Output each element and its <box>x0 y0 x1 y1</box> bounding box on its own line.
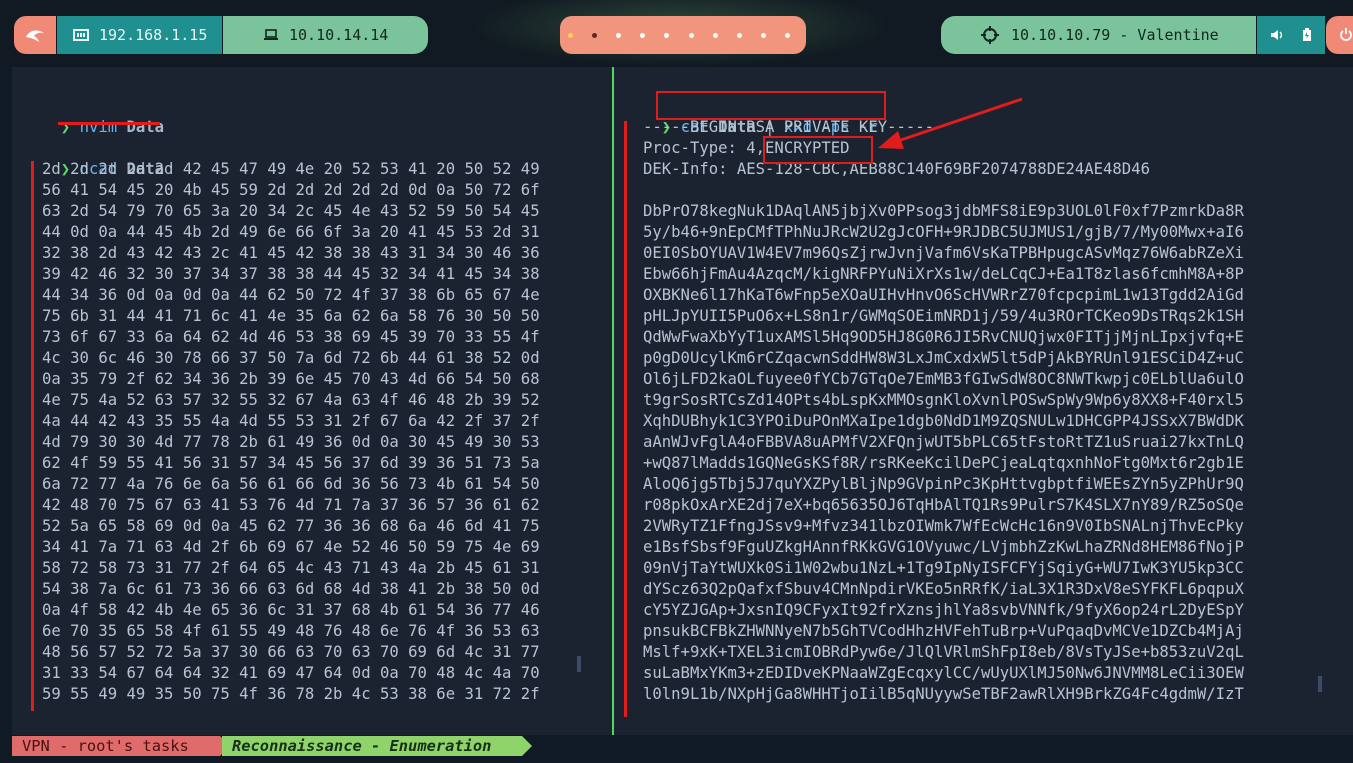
key-line: 2VWRyTZ1FfngJSsv9+Mfvz341lbzOIWmk7WfEcWc… <box>643 517 1244 535</box>
hex-line: 6a 72 77 4a 76 6e 6a 56 61 66 6d 36 56 7… <box>42 475 540 493</box>
hex-line: 44 0d 0a 44 45 4b 2d 49 6e 66 6f 3a 20 4… <box>42 223 540 241</box>
annotation-box-encrypted <box>763 136 873 164</box>
key-line: e1BsfSbsf9FguUZkgHAnnfRKkGVG1OVyuwc/LVjm… <box>643 538 1244 556</box>
hex-line: 2d 2d 2d 2d 2d 42 45 47 49 4e 20 52 53 4… <box>42 160 540 178</box>
system-tray[interactable] <box>1257 16 1325 54</box>
workspace-8[interactable] <box>736 32 742 38</box>
key-line: suLaBMxYKm3+zEDIDveKPNaaWZgEcqxylCC/wUyU… <box>643 664 1244 682</box>
key-line: Ol6jLFD2kaOLfuyee0fYCb7GTqOe7EmMB3fGIwSd… <box>643 370 1244 388</box>
hex-line: 4c 30 6c 46 30 78 66 37 50 7a 6d 72 6b 4… <box>42 349 540 367</box>
workspace-switcher[interactable] <box>560 16 806 54</box>
key-line: OXBKNe6l17hKaT6wFnp5eXOaUIHvHnvO6ScHVWRr… <box>643 286 1244 304</box>
key-line: 0EI0SbOYUAV1W4EV7m96QsZjrwJvnjVafm6VsKaT… <box>643 244 1244 262</box>
laptop-icon <box>264 29 278 40</box>
battery-icon[interactable] <box>1302 28 1312 42</box>
status-tab-vpn[interactable]: VPN - root's tasks <box>12 736 230 756</box>
hex-line: 62 4f 59 55 41 56 31 57 34 45 56 37 6d 3… <box>42 454 540 472</box>
hex-line: 32 38 2d 43 42 43 2c 41 45 42 38 38 43 3… <box>42 244 540 262</box>
target-text: 10.10.10.79 - Valentine <box>1011 26 1219 44</box>
hex-line: 44 34 36 0d 0a 0d 0a 44 62 50 72 4f 37 3… <box>42 286 540 304</box>
left-prompt-1: ❯ nvim Data <box>42 96 164 138</box>
annotation-bracket-left <box>31 161 34 711</box>
workspace-2[interactable] <box>592 32 598 38</box>
target-indicator: 10.10.10.79 - Valentine <box>941 16 1256 54</box>
hex-line: 73 6f 67 33 6a 64 62 4d 46 53 38 69 45 3… <box>42 328 540 346</box>
key-line: aAnWJvFglA4oFBBVA8uAPMfV2XFQnjwUT5bPLC65… <box>643 433 1244 451</box>
hex-line: 63 2d 54 79 70 65 3a 20 34 2c 45 4e 43 5… <box>42 202 540 220</box>
workspace-6[interactable] <box>688 32 694 38</box>
right-scrollbar[interactable] <box>1318 676 1322 692</box>
hex-line: 4a 44 42 43 35 55 4a 4d 55 53 31 2f 67 6… <box>42 412 540 430</box>
pane-divider[interactable] <box>612 67 614 735</box>
key-line: pnsukBCFBkZHWNNyeN7b5GhTVCodHhzHVFehTuBr… <box>643 622 1244 640</box>
annotation-underline <box>58 122 160 125</box>
hex-line: 75 6b 31 44 41 71 6c 41 4e 35 6a 62 6a 5… <box>42 307 540 325</box>
hex-line: 31 33 54 67 64 64 32 41 69 47 64 0d 0a 7… <box>42 664 540 682</box>
hex-line: 6e 70 35 65 58 4f 61 55 49 48 76 48 6e 7… <box>42 622 540 640</box>
key-line: DbPrO78kegNuk1DAqlAN5jbjXv0PPsog3jdbMFS8… <box>643 202 1244 220</box>
hex-line: 39 42 46 32 30 37 34 37 38 38 44 45 32 3… <box>42 265 540 283</box>
hex-line: 0a 35 79 2f 62 34 36 2b 39 6e 45 70 43 4… <box>42 370 540 388</box>
menu-button[interactable] <box>14 16 56 54</box>
hex-line: 54 38 7a 6c 61 73 36 66 63 6d 68 4d 38 4… <box>42 580 540 598</box>
workspace-10[interactable] <box>784 32 790 38</box>
key-line: QdWwFwaXbYyT1uxAMSl5Hq9OD5HJ8G0R6JI5RvCN… <box>643 328 1244 346</box>
hex-line: 59 55 49 49 35 50 75 4f 36 78 2b 4c 53 3… <box>42 685 540 703</box>
workspace-7[interactable] <box>712 32 718 38</box>
power-icon <box>1340 28 1352 41</box>
annotation-box-command <box>656 91 886 120</box>
workspace-3[interactable] <box>616 32 622 38</box>
hex-line: 4d 79 30 30 4d 77 78 2b 61 49 36 0d 0a 3… <box>42 433 540 451</box>
hex-line: 34 41 7a 71 63 4d 2f 6b 69 67 4e 52 46 5… <box>42 538 540 556</box>
key-line: AloQ6jg5Tbj5J7quYXZPylBljNp9GVpinPc3KpHt… <box>643 475 1244 493</box>
crosshair-icon <box>981 26 999 44</box>
hex-line: 42 48 70 75 67 63 41 53 76 4d 71 7a 37 3… <box>42 496 540 514</box>
local-ip-text: 192.168.1.15 <box>99 26 208 44</box>
workspace-9[interactable] <box>760 32 766 38</box>
key-line: l0ln9L1b/NXpHjGa8WHHTjoIilB5qNUyywSeTBF2… <box>643 685 1244 703</box>
key-line: p0gD0UcylKm6rCZqacwnSddHW8W3LxJmCxdxW5lt… <box>643 349 1244 367</box>
status-tab-recon[interactable]: Reconnaissance - Enumeration <box>222 736 532 756</box>
key-line: Mslf+9xK+TXEL3icmIOBRdPyw6e/JlQlVRlmShFp… <box>643 643 1244 661</box>
left-scrollbar[interactable] <box>577 656 581 672</box>
vpn-ip-indicator: 10.10.14.14 <box>223 16 428 54</box>
hex-line: 0a 4f 58 42 4b 4e 65 36 6c 31 37 68 4b 6… <box>42 601 540 619</box>
command-arg: Data <box>126 118 165 136</box>
hex-line: 52 5a 65 58 69 0d 0a 45 62 77 36 36 68 6… <box>42 517 540 535</box>
hex-line: 56 41 54 45 20 4b 45 59 2d 2d 2d 2d 2d 0… <box>42 181 540 199</box>
workspace-4[interactable] <box>640 32 646 38</box>
command-name: nvim <box>79 118 118 136</box>
network-card-icon <box>73 29 89 41</box>
workspace-5[interactable] <box>664 32 670 38</box>
key-line: t9grSosRTCsZd14OPts4bLspKxMMOsgnKloXvnlP… <box>643 391 1244 409</box>
workspace-1[interactable] <box>568 32 573 38</box>
key-line: DEK-Info: AES-128-CBC,AEB88C140F69BF2074… <box>643 160 1150 178</box>
key-line: 5y/b46+9nEpCMfTPhNuJRcW2U2gJcOFH+9RJDBC5… <box>643 223 1244 241</box>
key-line: r08pkOxArXE2dj7eX+bq65635OJ6TqHbAlTQ1Rs9… <box>643 496 1244 514</box>
key-line: dYScz63Q2pQafxfSbuv4CMnNpdirVKEo5nRRfK/i… <box>643 580 1244 598</box>
key-line: XqhDUBhyk1C3YPOiDuPOnMXaIpe1dgb0NdD1M9ZQ… <box>643 412 1244 430</box>
power-button[interactable] <box>1326 16 1353 54</box>
kali-dragon-icon <box>26 30 44 42</box>
key-line: cY5YZJGAp+JxsnIQ9CFyxIt92frXznsjhlYa8svb… <box>643 601 1244 619</box>
local-ip-indicator: 192.168.1.15 <box>57 16 222 54</box>
annotation-arrow <box>878 97 1023 149</box>
key-line: Ebw66hjFmAu4AzqcM/kigNRFPYuNiXrXs1w/deLC… <box>643 265 1244 283</box>
hex-line: 48 56 57 52 72 5a 37 30 66 63 70 63 70 6… <box>42 643 540 661</box>
vpn-ip-text: 10.10.14.14 <box>289 26 389 44</box>
key-line: 09nVjTaYtWUXk0Si1W02wbu1NzL+1Tg9IpNyISFC… <box>643 559 1244 577</box>
volume-icon[interactable] <box>1270 29 1284 41</box>
hex-line: 58 72 58 73 31 77 2f 64 65 4c 43 71 43 4… <box>42 559 540 577</box>
key-line: +wQ87lMadds1GQNeGsKSf8R/rsRKeeKcilDePCje… <box>643 454 1244 472</box>
key-line: pHLJpYUII5PuO6x+LS8n1r/GWMqSOEimNRD1j/59… <box>643 307 1244 325</box>
hex-line: 4e 75 4a 52 63 57 32 55 32 67 4a 63 4f 4… <box>42 391 540 409</box>
prompt-arrow: ❯ <box>60 118 71 136</box>
annotation-bracket-right <box>624 121 627 717</box>
